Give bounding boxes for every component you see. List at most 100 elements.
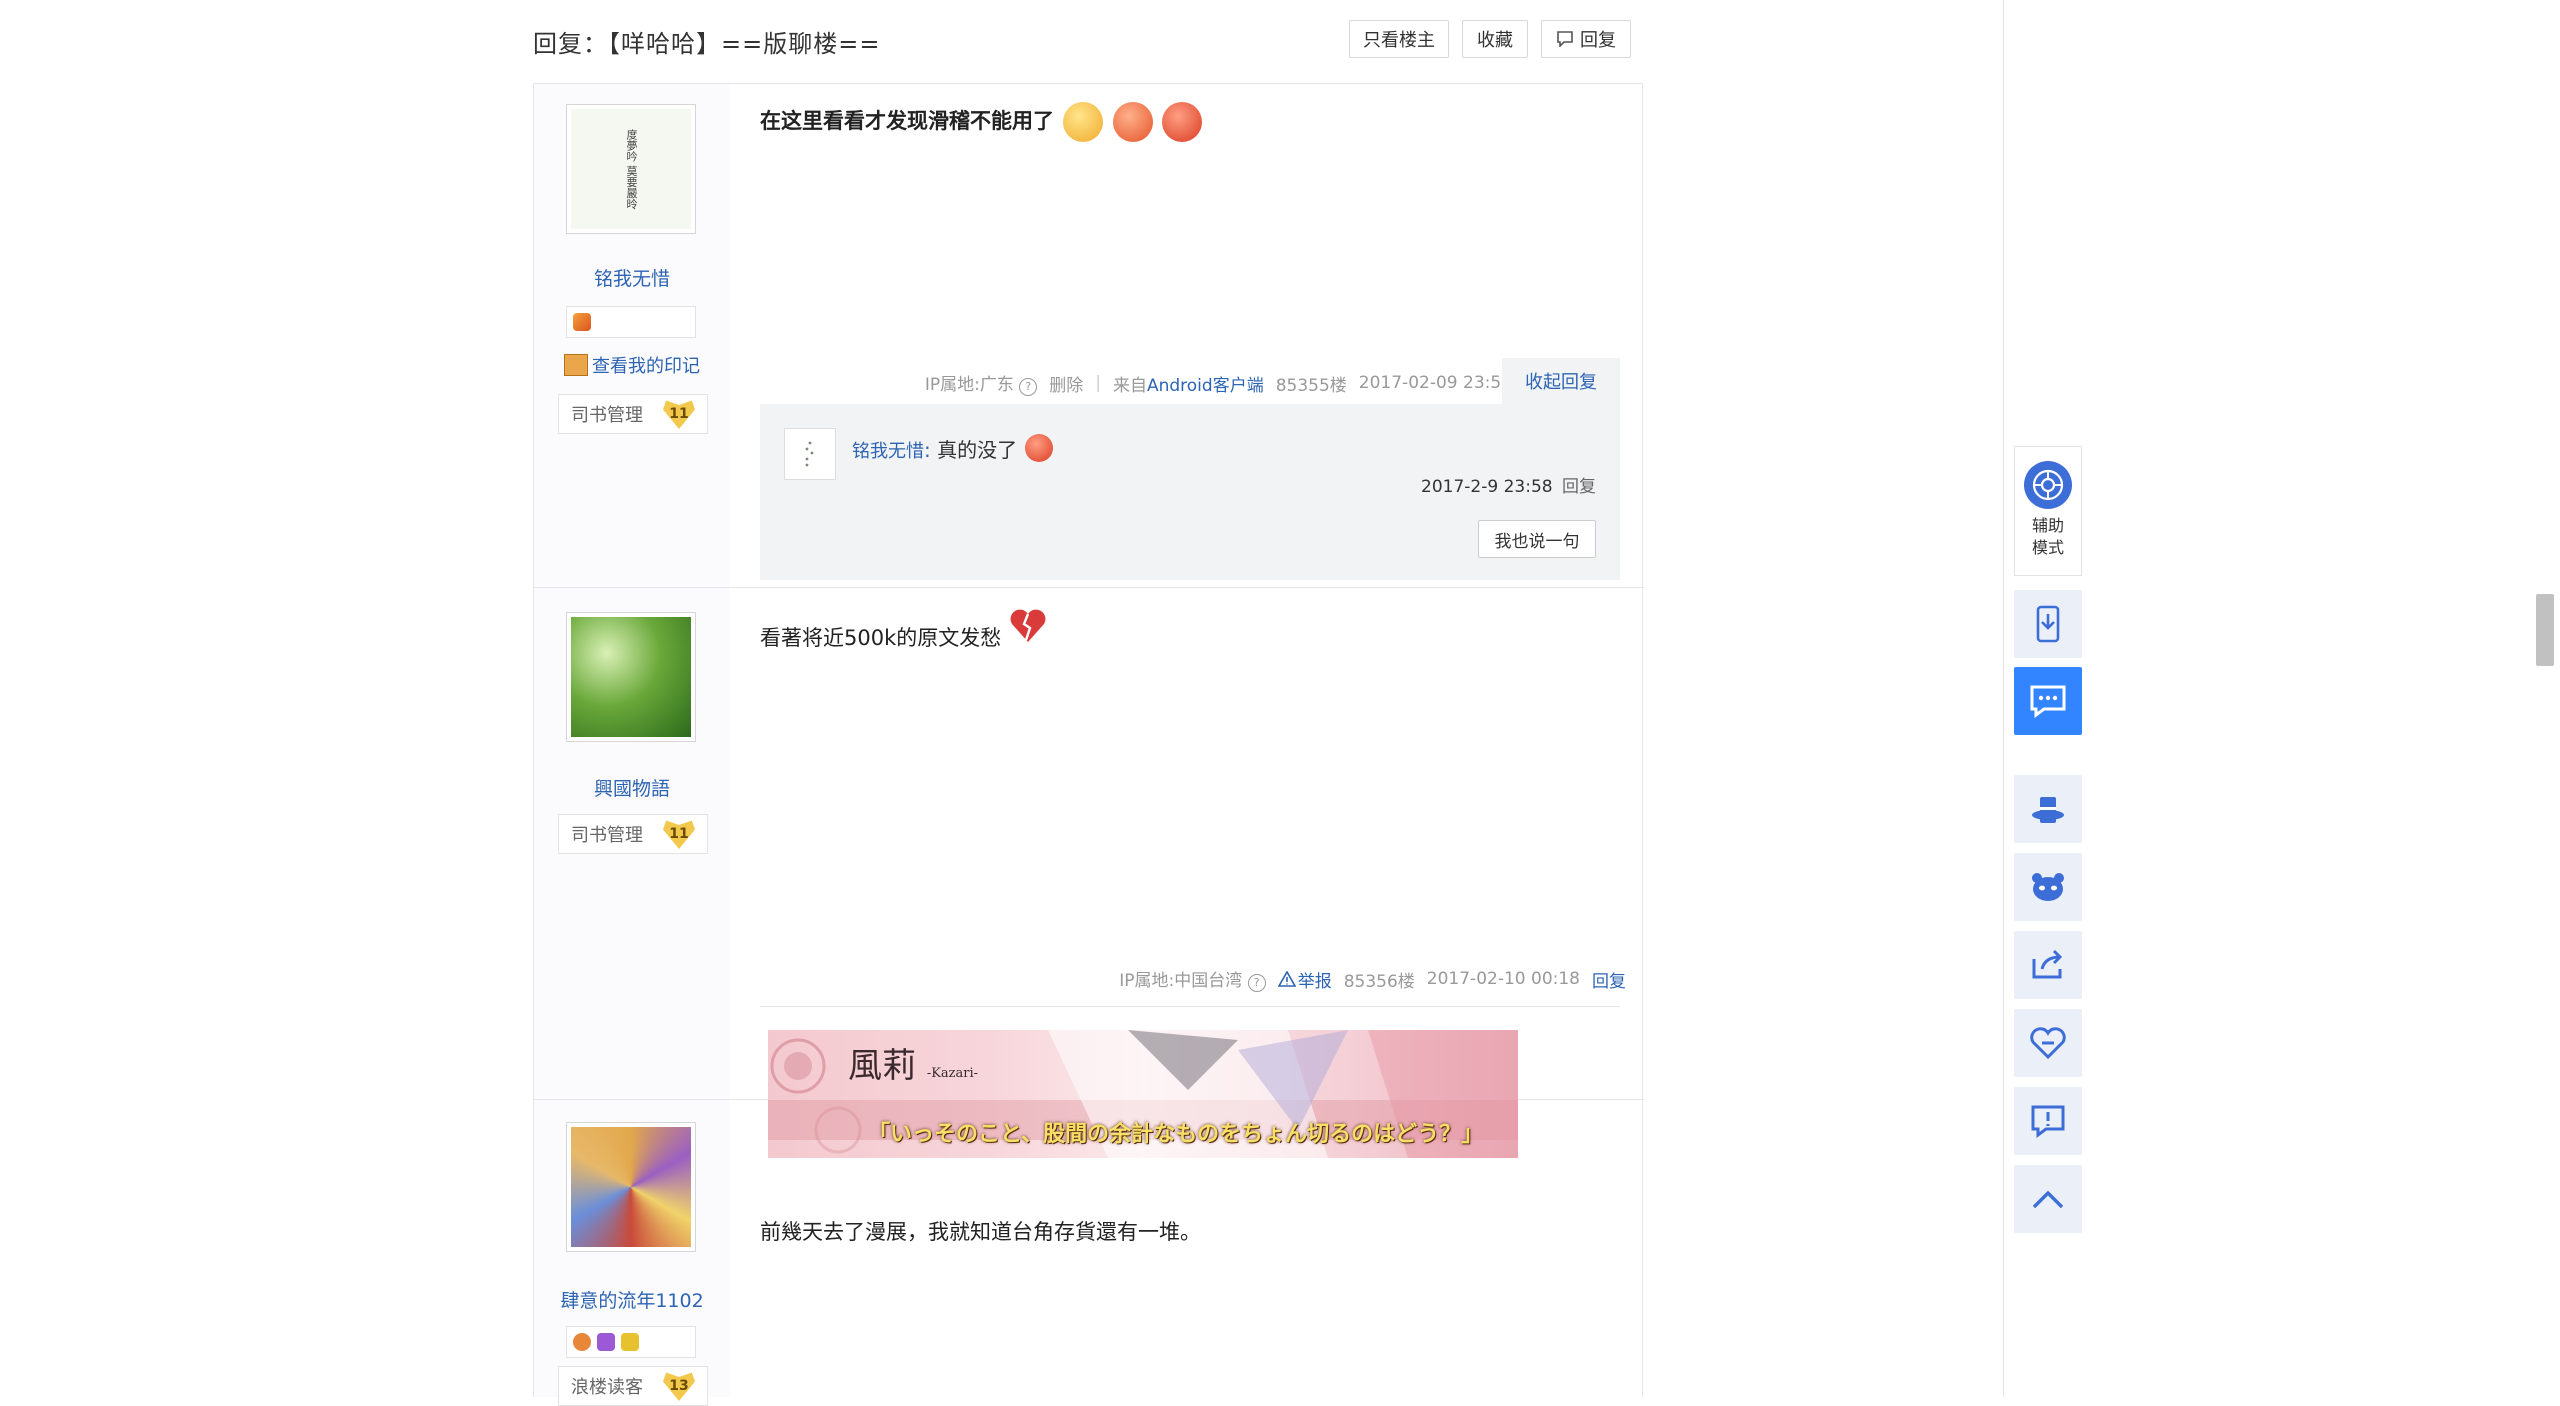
- avatar-calligraphy: 度夢吟 莫要嚴昤: [571, 109, 691, 229]
- post-text-wrap: 在这里看看才发现滑稽不能用了: [760, 102, 1202, 142]
- author-column: 度夢吟 莫要嚴昤 铭我无惜 查看我的印记 司书管理 11: [534, 84, 730, 587]
- reply-link[interactable]: 回复: [1592, 967, 1626, 992]
- level-number: 11: [663, 400, 695, 429]
- assist-label-line1: 辅助: [2031, 516, 2064, 535]
- favorite-heart-button[interactable]: [2014, 1009, 2082, 1077]
- game-badge-icon[interactable]: [573, 313, 591, 331]
- help-icon[interactable]: ?: [1247, 974, 1266, 992]
- badge-row: [566, 306, 696, 338]
- reply-button[interactable]: 回复: [1541, 20, 1631, 58]
- post-text: 在这里看看才发现滑稽不能用了: [760, 109, 1054, 133]
- glasses-badge-icon[interactable]: [621, 1333, 639, 1351]
- report-link[interactable]: 举报: [1277, 967, 1332, 992]
- signature-name-line: 風莉 -Kazari-: [848, 1038, 978, 1087]
- assist-label-line2: 模式: [2031, 538, 2064, 557]
- thread-title: 回复：【咩哈哈】==版聊楼==: [533, 30, 881, 58]
- post-meta: IP属地:广东 ? 删除 | 来自Android客户端 85355楼 2017-…: [925, 370, 1512, 396]
- avatar[interactable]: 度夢吟 莫要嚴昤: [566, 104, 696, 234]
- diary-link-label: 查看我的印记: [592, 356, 700, 377]
- back-to-top-button[interactable]: [2014, 1165, 2082, 1233]
- username[interactable]: 肆意的流年1102: [534, 1286, 730, 1313]
- clock-badge-icon[interactable]: [573, 1333, 591, 1351]
- post-text: 看著将近500k的原文发愁: [760, 626, 1002, 650]
- help-icon[interactable]: ?: [1019, 378, 1038, 396]
- only-op-button[interactable]: 只看楼主: [1349, 20, 1449, 58]
- phone-download-button[interactable]: [2014, 590, 2082, 658]
- floor-number: 85356楼: [1343, 971, 1415, 992]
- avatar[interactable]: [566, 612, 696, 742]
- calligraphy-icon: [805, 441, 814, 467]
- smirk-emoji-icon: [1063, 102, 1104, 142]
- sub-reply-time: 2017-2-9 23:58: [1421, 477, 1553, 497]
- sign-badge-icon[interactable]: [597, 1333, 615, 1351]
- scrollbar-thumb[interactable]: [2536, 594, 2554, 666]
- broken-heart-icon: [1008, 606, 1048, 646]
- ip-text: IP属地:广东: [924, 375, 1014, 395]
- assist-label: 辅助 模式: [2015, 515, 2081, 559]
- back-to-top-icon: [2032, 1190, 2064, 1209]
- level-badge[interactable]: 司书管理 11: [558, 814, 708, 854]
- level-badge[interactable]: 浪楼读客 13: [558, 1366, 708, 1406]
- post-text-wrap: 看著将近500k的原文发愁: [760, 609, 1048, 662]
- avatar-leaves: [571, 617, 691, 737]
- grimace-emoji-icon: [1112, 102, 1153, 142]
- comment-button[interactable]: [2014, 667, 2082, 735]
- avatar-anime-group: [571, 1127, 691, 1247]
- book-icon: [564, 354, 588, 376]
- post-meta: IP属地:中国台湾 ? 举报 85356楼 2017-02-10 00:18 回…: [1119, 966, 1626, 992]
- thread-header: 回复：【咩哈哈】==版聊楼== 只看楼主 收藏 回复: [533, 0, 1643, 84]
- warning-icon: [1277, 971, 1296, 987]
- username[interactable]: 铭我无惜: [534, 264, 730, 291]
- level-title: 司书管理: [571, 405, 643, 426]
- angry-emoji-icon: [1161, 102, 1202, 142]
- from-label: 来自: [1112, 375, 1147, 396]
- author-column: 肆意的流年1102 浪楼读客 13: [534, 1100, 730, 1406]
- share-button[interactable]: [2014, 931, 2082, 999]
- post-85357: 肆意的流年1102 浪楼读客 13 前幾天去了漫展，我就知道台角存貨還有一堆。: [534, 1100, 1644, 1406]
- client-link[interactable]: Android客户端: [1147, 376, 1264, 396]
- post-list: 度夢吟 莫要嚴昤 铭我无惜 查看我的印记 司书管理 11 在这里看看才发现滑稽不…: [533, 84, 1644, 1406]
- sub-reply-username[interactable]: 铭我无惜: [852, 441, 924, 462]
- sub-reply-avatar[interactable]: [784, 428, 836, 480]
- level-badge[interactable]: 司书管理 11: [558, 394, 708, 434]
- from-client: 来自Android客户端: [1113, 371, 1264, 396]
- post-85356: 興國物語 司书管理 11 看著将近500k的原文发愁 IP属地:中国台湾 ? 举…: [534, 588, 1644, 1158]
- phone-download-icon: [2036, 605, 2060, 643]
- level-number: 11: [663, 820, 695, 849]
- level-title: 浪楼读客: [571, 1377, 643, 1398]
- assist-mode-button[interactable]: 辅助 模式: [2014, 446, 2082, 576]
- sub-reply-panel: 铭我无惜: 真的没了 2017-2-9 23:58 回复 我也说一句: [760, 404, 1620, 580]
- say-something-button[interactable]: 我也说一句: [1478, 520, 1596, 558]
- angry-emoji-icon: [1025, 434, 1054, 462]
- magic-hat-icon: [2032, 797, 2064, 823]
- accessibility-icon: [2024, 461, 2072, 509]
- diary-link[interactable]: 查看我的印记: [564, 352, 700, 378]
- collapse-replies-button[interactable]: 收起回复: [1502, 358, 1620, 404]
- post-time: 2017-02-09 23:58: [1358, 373, 1512, 393]
- delete-link[interactable]: 删除: [1049, 371, 1083, 396]
- favorite-button[interactable]: 收藏: [1462, 20, 1528, 58]
- sub-reply-reply-link[interactable]: 回复: [1562, 477, 1596, 497]
- report-button[interactable]: [2014, 1087, 2082, 1155]
- thread-container: 回复：【咩哈哈】==版聊楼== 只看楼主 收藏 回复 度夢吟 莫要嚴昤 铭我无惜…: [533, 0, 1644, 1406]
- post-85355: 度夢吟 莫要嚴昤 铭我无惜 查看我的印记 司书管理 11 在这里看看才发现滑稽不…: [534, 84, 1644, 588]
- divider-bar: |: [1095, 373, 1101, 393]
- heart-icon: [2030, 1027, 2066, 1060]
- avatar[interactable]: [566, 1122, 696, 1252]
- comment-icon: [2030, 685, 2066, 718]
- author-column: 興國物語 司书管理 11: [534, 588, 730, 1099]
- ip-location: IP属地:中国台湾 ?: [1119, 966, 1266, 992]
- bear-icon: [2032, 873, 2064, 901]
- report-label: 举报: [1297, 971, 1332, 992]
- report-icon: [2031, 1105, 2065, 1138]
- post-text: 前幾天去了漫展，我就知道台角存貨還有一堆。: [760, 1220, 1201, 1244]
- signature-name: 風莉: [848, 1046, 916, 1086]
- sub-reply-text: 真的没了: [937, 438, 1018, 462]
- bear-button[interactable]: [2014, 853, 2082, 921]
- reply-button-label: 回复: [1580, 30, 1616, 51]
- ip-location: IP属地:广东 ?: [924, 370, 1038, 396]
- level-title: 司书管理: [571, 825, 643, 846]
- right-rail-divider: [2003, 0, 2004, 1397]
- username[interactable]: 興國物語: [534, 774, 730, 801]
- magic-hat-button[interactable]: [2014, 775, 2082, 843]
